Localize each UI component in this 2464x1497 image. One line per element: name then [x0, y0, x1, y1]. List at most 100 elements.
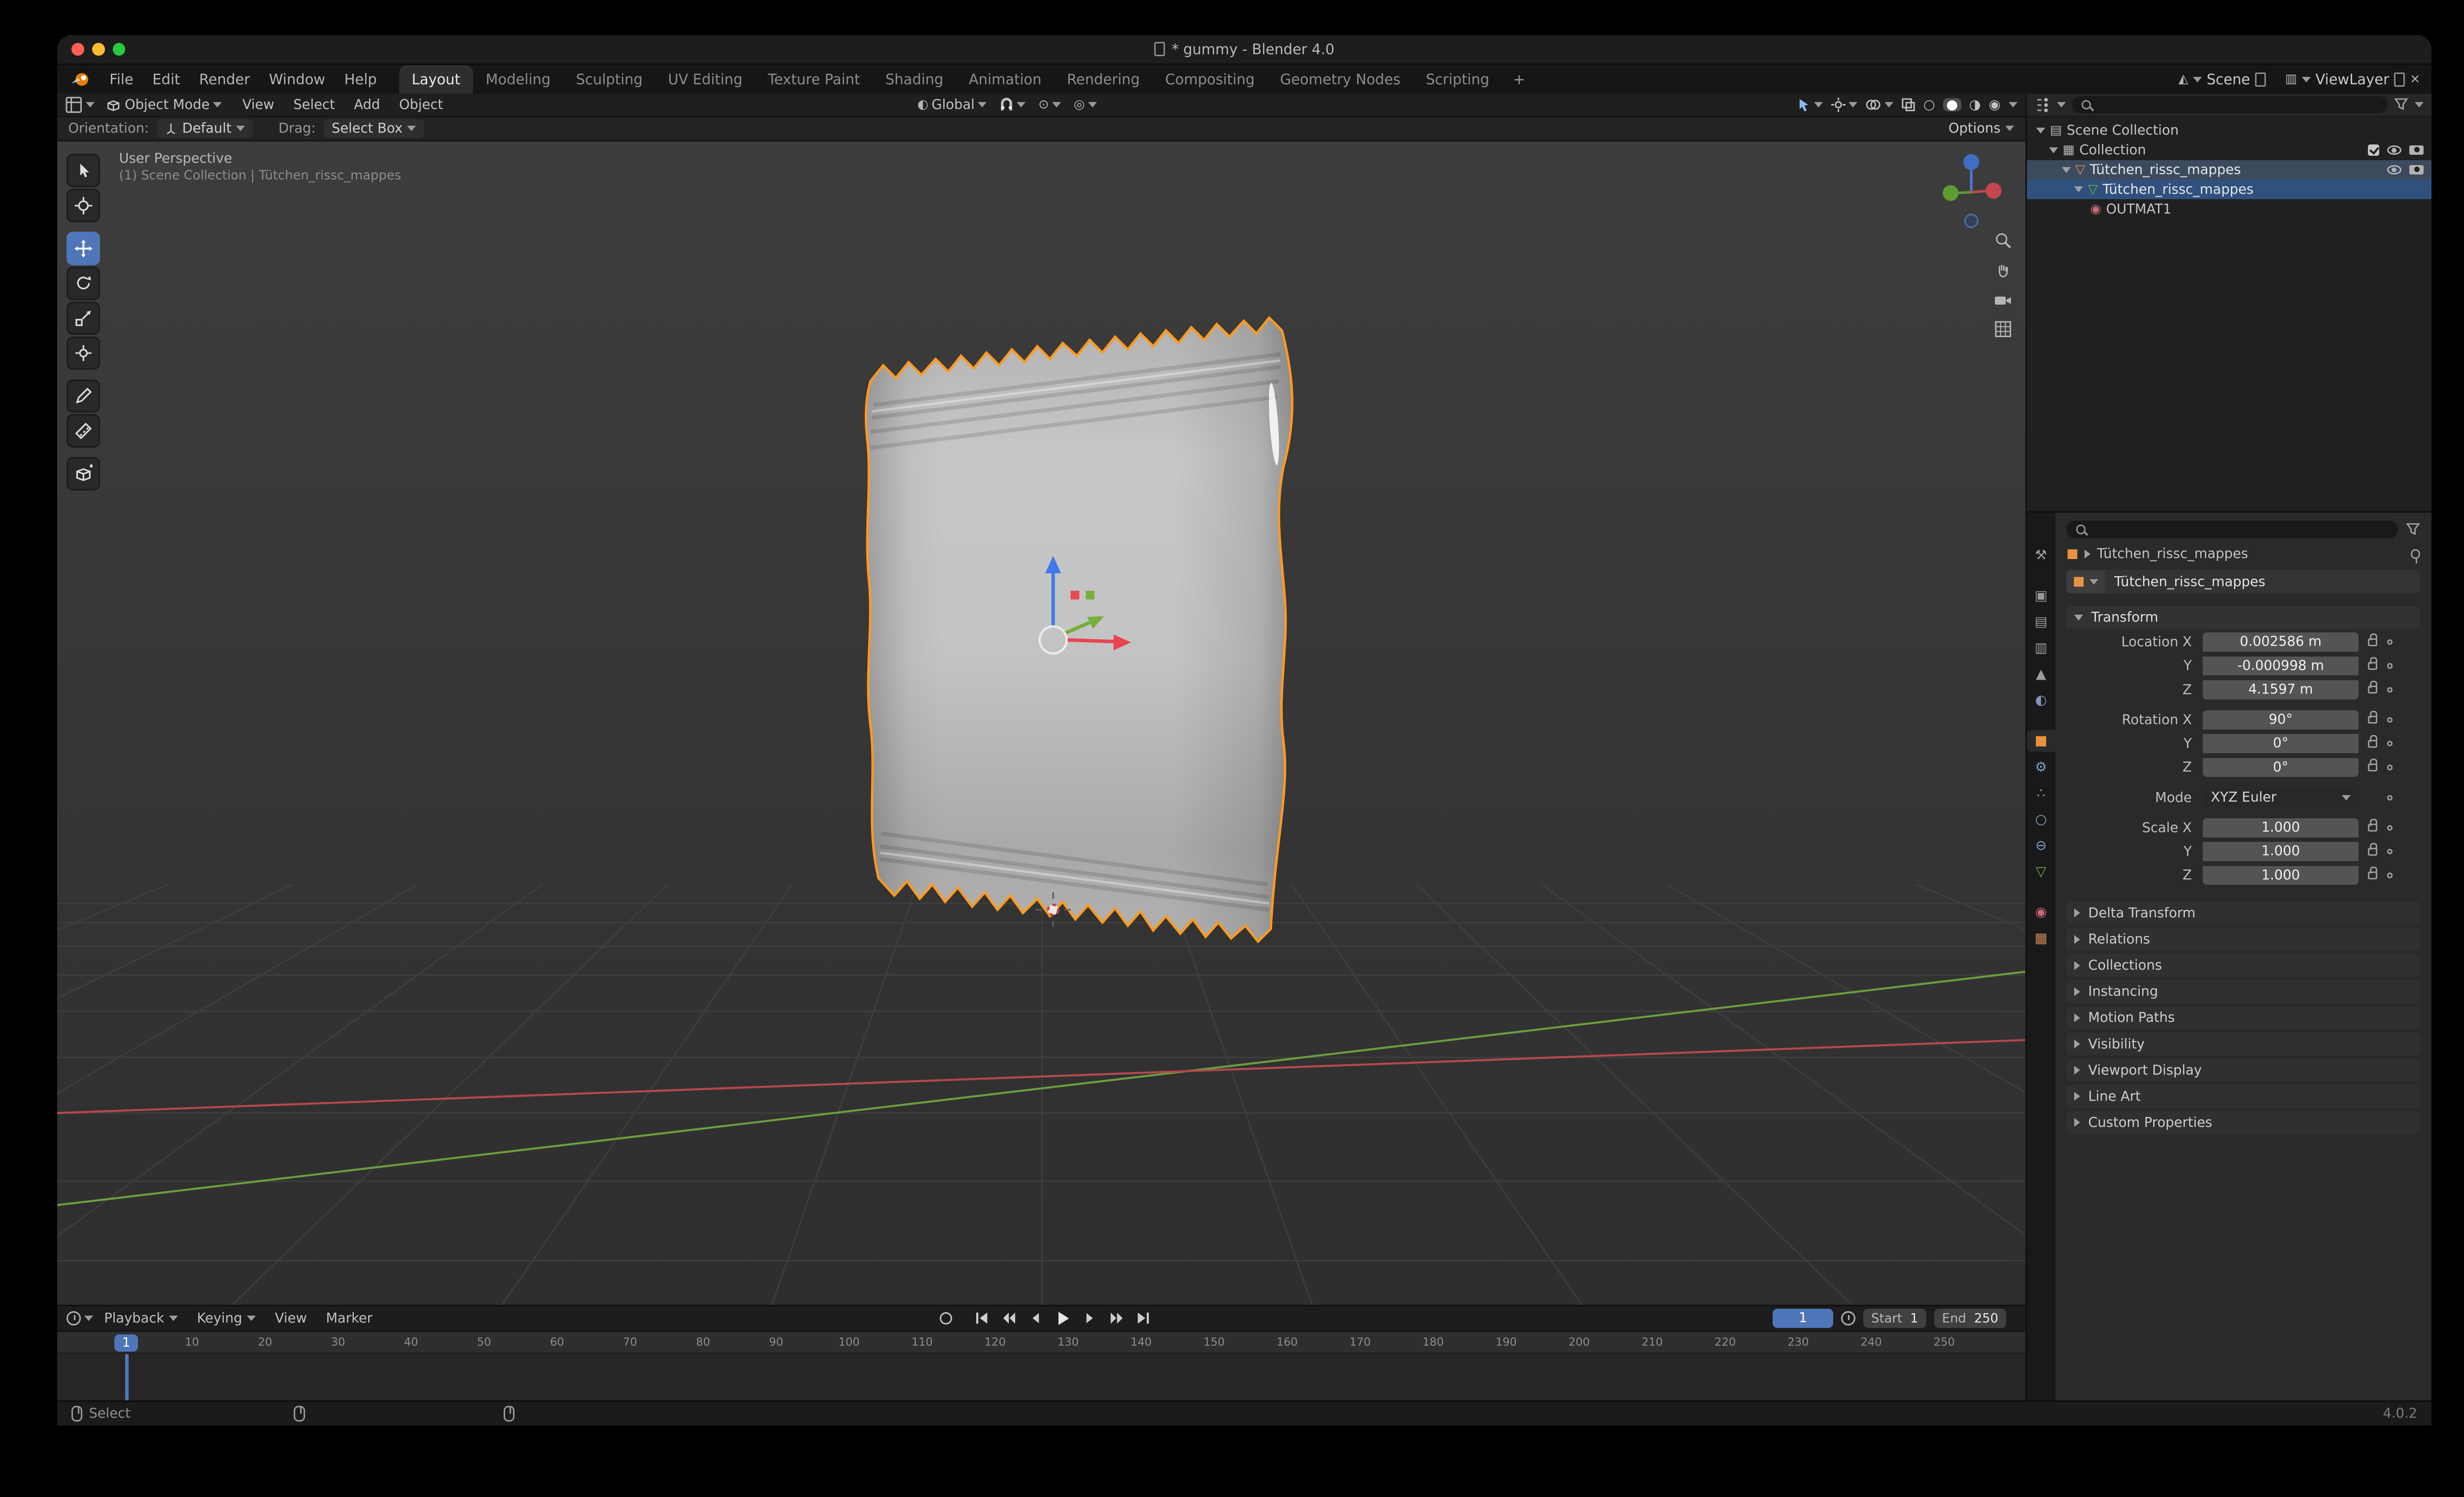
transform-orientation-dropdown[interactable]: ◐ Global	[918, 97, 987, 112]
auto-keying-record-icon[interactable]	[940, 1312, 953, 1325]
animate-dot-icon[interactable]	[2387, 765, 2393, 770]
tab-scene[interactable]: ▲	[2027, 663, 2055, 685]
panel-instancing[interactable]: Instancing	[2066, 980, 2420, 1003]
menu-window[interactable]: Window	[259, 65, 335, 94]
shading-rendered-button[interactable]: ◉	[1989, 98, 2001, 111]
tab-modifiers[interactable]: ⚙	[2027, 756, 2055, 777]
tab-geometry-nodes[interactable]: Geometry Nodes	[1267, 65, 1413, 94]
rotation-mode-dropdown[interactable]: XYZ Euler	[2203, 788, 2359, 807]
properties-search-field[interactable]	[2066, 521, 2398, 538]
remove-viewlayer-icon[interactable]: ×	[2410, 73, 2421, 86]
animate-dot-icon[interactable]	[2387, 872, 2393, 878]
snap-chevron[interactable]	[1017, 102, 1026, 107]
next-keyframe-button[interactable]	[1106, 1308, 1127, 1329]
panel-visibility[interactable]: Visibility	[2066, 1033, 2420, 1056]
object-id-selector[interactable]: ■	[2066, 570, 2105, 593]
tab-object-data[interactable]: ▽	[2027, 861, 2055, 882]
tab-object[interactable]: ■	[2027, 730, 2055, 751]
outliner-filter-chevron[interactable]	[2415, 102, 2424, 107]
annotate-tool[interactable]	[67, 380, 100, 413]
outliner-row-scene-collection[interactable]: ▤ Scene Collection	[2027, 121, 2431, 140]
tab-layout[interactable]: Layout	[399, 65, 473, 94]
drag-mode-dropdown[interactable]: Select Box	[324, 119, 424, 139]
playback-menu[interactable]: Playback	[96, 1311, 186, 1326]
animate-dot-icon[interactable]	[2387, 795, 2393, 801]
measure-tool[interactable]	[67, 414, 100, 448]
lock-icon[interactable]	[2368, 638, 2377, 646]
disable-render-camera-icon[interactable]	[2409, 145, 2424, 155]
scale-x-field[interactable]: 1.000	[2203, 818, 2359, 837]
tab-view-layer[interactable]: ▥	[2027, 637, 2055, 659]
tab-constraints[interactable]: ⊖	[2027, 835, 2055, 856]
close-window-button[interactable]	[71, 43, 84, 56]
panel-line-art[interactable]: Line Art	[2066, 1085, 2420, 1108]
snap-target-dropdown[interactable]: ⊙	[1038, 99, 1061, 111]
panel-delta-transform[interactable]: Delta Transform	[2066, 902, 2420, 925]
lock-icon[interactable]	[2368, 764, 2377, 771]
nav-axis-x[interactable]	[1985, 182, 2001, 198]
scale-z-field[interactable]: 1.000	[2203, 866, 2359, 885]
location-z-field[interactable]: 4.1597 m	[2203, 680, 2359, 699]
menu-help[interactable]: Help	[335, 65, 386, 94]
tab-sculpting[interactable]: Sculpting	[563, 65, 655, 94]
panel-relations[interactable]: Relations	[2066, 928, 2420, 951]
expand-icon[interactable]	[2074, 186, 2083, 192]
lock-icon[interactable]	[2368, 824, 2377, 832]
timeline-editor-chevron[interactable]	[84, 1316, 93, 1321]
zoom-icon[interactable]	[1994, 232, 2012, 249]
panel-viewport-display[interactable]: Viewport Display	[2066, 1059, 2420, 1082]
animate-dot-icon[interactable]	[2387, 687, 2393, 693]
new-viewlayer-icon[interactable]	[2394, 72, 2405, 87]
rotation-y-field[interactable]: 0°	[2203, 734, 2359, 753]
transform-panel-header[interactable]: Transform	[2066, 606, 2420, 628]
minimize-window-button[interactable]	[92, 43, 105, 56]
camera-view-icon[interactable]	[1993, 292, 2013, 308]
location-y-field[interactable]: -0.000998 m	[2203, 657, 2359, 676]
menu-file[interactable]: File	[100, 65, 143, 94]
scale-tool[interactable]	[67, 302, 100, 335]
object-type-visibility-dropdown[interactable]	[1797, 98, 1823, 112]
bag-object[interactable]	[866, 317, 1292, 941]
lock-icon[interactable]	[2368, 716, 2377, 724]
timeline-view-menu[interactable]: View	[267, 1311, 315, 1326]
move-tool[interactable]	[67, 232, 100, 265]
animate-dot-icon[interactable]	[2387, 849, 2393, 854]
navigation-gizmo[interactable]	[1943, 154, 2001, 227]
hide-eye-icon[interactable]	[2387, 165, 2401, 174]
outliner-editor-chevron[interactable]	[2057, 102, 2066, 107]
viewport-menu-object[interactable]: Object	[391, 97, 451, 112]
timeline-editor-icon[interactable]	[67, 1311, 81, 1325]
object-name-value[interactable]: Tütchen_rissc_mappes	[2105, 574, 2275, 590]
tab-animation[interactable]: Animation	[956, 65, 1054, 94]
proportional-editing-dropdown[interactable]: ◎	[1074, 99, 1097, 111]
animate-dot-icon[interactable]	[2387, 825, 2393, 831]
end-frame-field[interactable]: End250	[1934, 1309, 2006, 1328]
outliner-row-object[interactable]: ▽ Tütchen_rissc_mappes	[2027, 160, 2431, 180]
start-frame-field[interactable]: Start1	[1863, 1309, 1926, 1328]
shading-wireframe-button[interactable]: ○	[1923, 98, 1935, 111]
blender-logo-icon[interactable]	[57, 65, 100, 94]
current-frame-field[interactable]: 1	[1773, 1309, 1833, 1328]
animate-dot-icon[interactable]	[2387, 663, 2393, 668]
exclude-checkbox[interactable]	[2368, 144, 2379, 156]
viewport-canvas[interactable]: User Perspective (1) Scene Collection | …	[57, 141, 2025, 1305]
playhead-line[interactable]	[125, 1354, 128, 1400]
disable-render-camera-icon[interactable]	[2409, 165, 2424, 174]
rotate-tool[interactable]	[67, 267, 100, 300]
gizmo-plane-x[interactable]	[1070, 591, 1079, 599]
lock-icon[interactable]	[2368, 871, 2377, 879]
show-overlays-toggle[interactable]	[1865, 98, 1893, 112]
zoom-window-button[interactable]	[113, 43, 126, 56]
expand-icon[interactable]	[2062, 167, 2071, 173]
hide-eye-icon[interactable]	[2387, 145, 2401, 155]
tab-tool[interactable]: ⚒	[2027, 545, 2055, 566]
animate-dot-icon[interactable]	[2387, 741, 2393, 746]
orientation-default-dropdown[interactable]: Default	[157, 119, 253, 139]
animate-dot-icon[interactable]	[2387, 639, 2393, 645]
tab-rendering[interactable]: Rendering	[1054, 65, 1152, 94]
rotation-x-field[interactable]: 90°	[2203, 710, 2359, 730]
menu-edit[interactable]: Edit	[143, 65, 190, 94]
jump-to-end-button[interactable]	[1133, 1308, 1154, 1329]
xray-toggle[interactable]	[1901, 98, 1916, 112]
timeline-ruler[interactable]: 1 10203040506070809010011012013014015016…	[57, 1332, 2025, 1354]
